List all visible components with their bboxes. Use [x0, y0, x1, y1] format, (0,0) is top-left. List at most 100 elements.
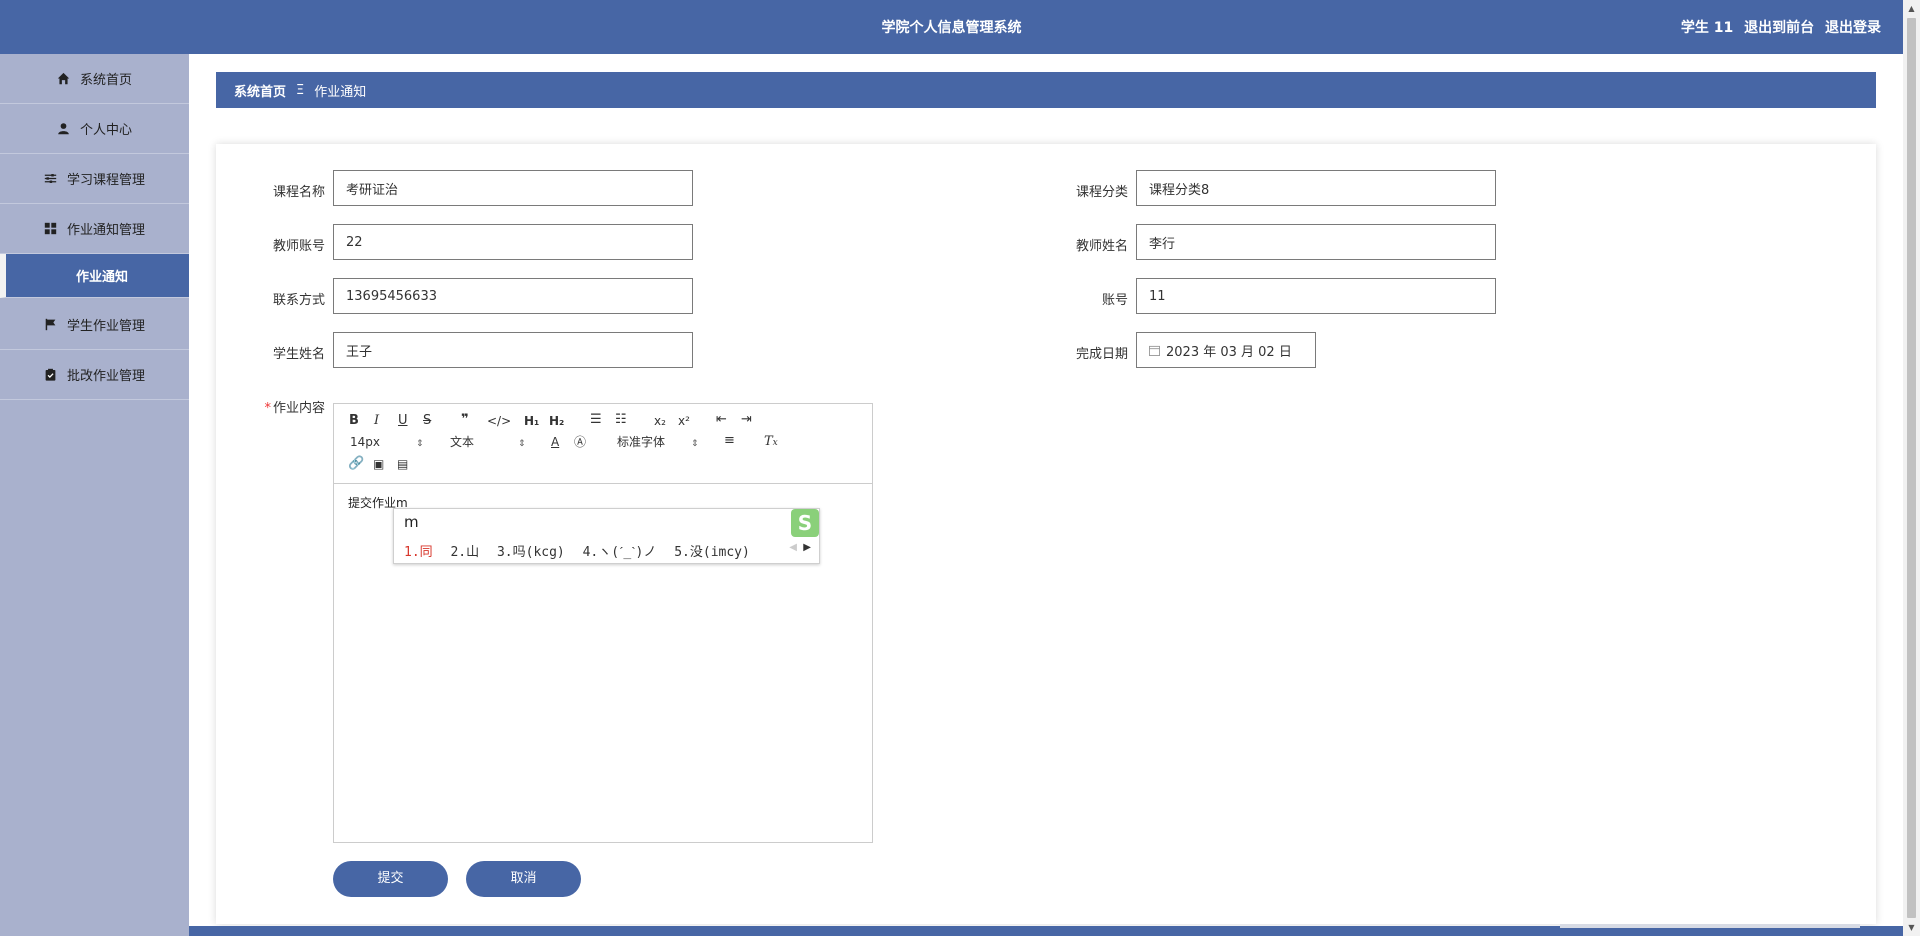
indent-icon[interactable]: ⇥ [741, 413, 752, 427]
blockquote-button[interactable]: ❞ [461, 413, 469, 427]
sidebar-item-label: 个人中心 [79, 123, 132, 138]
top-header: 学院个人信息管理系统 学生 11 退出到前台 退出登录 [0, 0, 1903, 54]
underline-button[interactable]: U [398, 414, 408, 428]
course-category-input[interactable]: 课程分类8 [1136, 170, 1496, 206]
back-to-front-link[interactable]: 退出到前台 [1744, 20, 1814, 36]
font-family-select[interactable]: 标准字体 [617, 435, 665, 449]
strike-button[interactable]: S [423, 414, 431, 428]
superscript-button[interactable]: x² [678, 414, 690, 428]
sidebar-item-course-management[interactable]: 学习课程管理 [0, 154, 189, 204]
background-color-button[interactable]: Ⓐ [574, 435, 586, 449]
flag-icon [45, 318, 56, 331]
student-name-label: 学生姓名 [272, 347, 325, 362]
heading1-button[interactable]: H₁ [524, 414, 539, 428]
sidebar-item-label: 作业通知管理 [66, 223, 145, 238]
ime-candidate-popup: m S 1.同 2.山 3.吗(kcg) 4.ヽ(ˊ_ˋ)ノ 5.没(imcy)… [393, 508, 820, 564]
scrollbar-thumb[interactable] [1907, 18, 1916, 918]
font-family-value: 标准字体 [617, 435, 666, 449]
align-icon[interactable]: ≡ [724, 434, 735, 448]
sidebar-item-student-homework[interactable]: 学生作业管理 [0, 300, 189, 350]
sidebar-subitem-homework-notice[interactable]: 作业通知 [0, 254, 189, 298]
ordered-list-icon[interactable]: ☰ [590, 413, 602, 427]
user-area: 学生 11 退出到前台 退出登录 [1675, 17, 1881, 37]
breadcrumb-current: 作业通知 [314, 84, 367, 100]
teacher-name-input[interactable]: 李行 [1136, 224, 1496, 260]
course-name-input[interactable]: 考研证治 [333, 170, 693, 206]
logout-link[interactable]: 退出登录 [1825, 20, 1881, 36]
clear-format-icon[interactable]: Tx [764, 435, 778, 450]
italic-button[interactable]: I [374, 414, 379, 428]
finish-date-value: 2023 年 03 月 02 日 [1166, 344, 1292, 360]
sidebar-item-label: 批改作业管理 [66, 369, 145, 384]
breadcrumb-home[interactable]: 系统首页 [234, 81, 286, 100]
sidebar: 系统首页 个人中心 学习课程管理 作业通知管理 作业通知 学生作业管理 批改作业… [0, 54, 189, 936]
teacher-account-input[interactable]: 22 [333, 224, 693, 260]
scroll-up-icon[interactable]: ▲ [1907, 4, 1916, 13]
course-category-label: 课程分类 [1075, 185, 1128, 200]
bold-button[interactable]: B [349, 414, 359, 428]
breadcrumb-separator: Ξ [296, 82, 305, 98]
paragraph-value: 文本 [450, 435, 475, 449]
bullet-list-icon[interactable]: ☷ [615, 413, 627, 427]
student-name-input[interactable]: 王子 [333, 332, 693, 368]
subscript-button[interactable]: x₂ [654, 414, 666, 428]
required-mark: * [264, 401, 271, 416]
font-size-value: 14px [350, 435, 380, 449]
user-icon [58, 123, 69, 135]
breadcrumb: 系统首页 Ξ 作业通知 [216, 72, 1876, 108]
scroll-down-icon[interactable]: ▼ [1907, 923, 1916, 932]
clipboard-check-icon [45, 368, 56, 381]
image-icon[interactable]: ▣ [373, 457, 384, 471]
heading2-button[interactable]: H₂ [549, 414, 564, 428]
calendar-icon [1149, 345, 1160, 356]
code-button[interactable]: </> [487, 414, 511, 428]
font-color-button[interactable]: A [551, 435, 559, 449]
ime-next-page-icon[interactable]: ▶ [803, 542, 811, 553]
chevron-updown-icon: ⇕ [518, 439, 526, 449]
ime-prev-page-icon[interactable]: ◀ [789, 542, 797, 553]
ime-candidate[interactable]: 1.同 [404, 545, 433, 560]
link-icon[interactable]: 🔗 [348, 457, 364, 471]
paragraph-select[interactable]: 文本 [450, 435, 474, 449]
sidebar-item-home[interactable]: 系统首页 [0, 54, 189, 104]
ime-logo-icon: S [791, 509, 819, 537]
account-input[interactable]: 11 [1136, 278, 1496, 314]
submit-button[interactable]: 提交 [333, 861, 448, 897]
rich-text-editor[interactable]: B I U S ❞ </> H₁ H₂ ☰ ☷ x₂ x² ⇤ ⇥ 14px ⇕… [333, 403, 873, 843]
sidebar-item-notice-management[interactable]: 作业通知管理 [0, 204, 189, 254]
sidebar-item-personal-center[interactable]: 个人中心 [0, 104, 189, 154]
finish-date-input[interactable]: 2023 年 03 月 02 日 [1136, 332, 1316, 368]
sliders-icon [44, 174, 57, 183]
ime-candidate[interactable]: 2.山 [450, 545, 479, 560]
teacher-account-label: 教师账号 [272, 239, 325, 254]
outdent-icon[interactable]: ⇤ [716, 413, 727, 427]
contact-label: 联系方式 [272, 293, 325, 308]
ime-candidates: 1.同 2.山 3.吗(kcg) 4.ヽ(ˊ_ˋ)ノ 5.没(imcy) [404, 541, 760, 560]
ime-composition: m [404, 513, 419, 531]
content-label-text: 作业内容 [272, 401, 325, 416]
ime-candidate[interactable]: 4.ヽ(ˊ_ˋ)ノ [583, 545, 657, 560]
teacher-name-label: 教师姓名 [1075, 239, 1128, 254]
sidebar-item-label: 作业通知 [76, 270, 129, 285]
contact-input[interactable]: 13695456633 [333, 278, 693, 314]
chevron-updown-icon: ⇕ [416, 439, 424, 449]
sidebar-item-label: 学生作业管理 [66, 319, 145, 334]
account-label: 账号 [1101, 293, 1128, 308]
finish-date-label: 完成日期 [1075, 347, 1128, 362]
ime-candidate[interactable]: 5.没(imcy) [674, 545, 750, 560]
vertical-scrollbar[interactable]: ▲ ▼ [1903, 0, 1920, 936]
ime-candidate[interactable]: 3.吗(kcg) [497, 545, 565, 560]
app-title: 学院个人信息管理系统 [881, 20, 1022, 36]
user-label: 学生 11 [1680, 20, 1734, 36]
footer-highlight [1560, 924, 1860, 928]
font-size-select[interactable]: 14px [350, 435, 380, 449]
course-name-label: 课程名称 [272, 185, 325, 200]
grid-icon [44, 222, 57, 235]
video-icon[interactable]: ▤ [397, 457, 408, 471]
editor-toolbar: B I U S ❞ </> H₁ H₂ ☰ ☷ x₂ x² ⇤ ⇥ 14px ⇕… [334, 404, 872, 484]
sidebar-item-label: 学习课程管理 [66, 173, 145, 188]
sidebar-item-grading[interactable]: 批改作业管理 [0, 350, 189, 400]
content-label: * 作业内容 [225, 397, 325, 416]
sidebar-item-label: 系统首页 [79, 73, 132, 88]
cancel-button[interactable]: 取消 [466, 861, 581, 897]
